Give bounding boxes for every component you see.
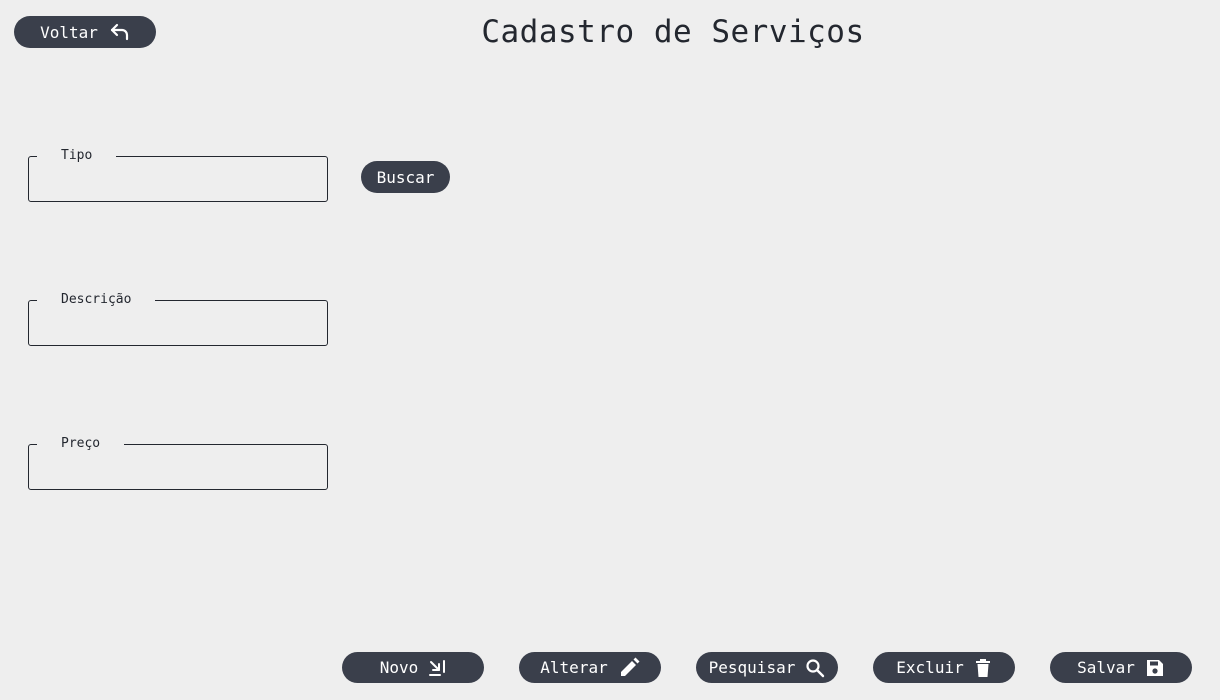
novo-button[interactable]: Novo [342,652,484,683]
descricao-label: Descrição [37,292,156,308]
tipo-label: Tipo [37,148,117,164]
excluir-button[interactable]: Excluir [873,652,1015,683]
buscar-button[interactable]: Buscar [361,161,450,193]
salvar-button-label: Salvar [1077,658,1135,677]
excluir-button-label: Excluir [896,658,964,677]
tipo-field[interactable]: Tipo [28,148,328,202]
undo-arrow-icon [110,23,130,41]
back-button[interactable]: Voltar [14,16,156,48]
alterar-button[interactable]: Alterar [519,652,661,683]
back-button-label: Voltar [40,22,98,42]
page-title: Cadastro de Serviços [481,14,865,50]
new-icon [428,659,446,677]
preco-field[interactable]: Preço [28,436,328,490]
preco-label: Preço [37,436,125,452]
tipo-input[interactable] [39,167,317,195]
save-icon [1145,658,1165,678]
buscar-button-label: Buscar [376,167,435,187]
descricao-field[interactable]: Descrição [28,292,328,346]
pesquisar-button-label: Pesquisar [708,658,796,677]
search-icon [805,658,825,678]
descricao-input[interactable] [39,311,317,339]
trash-icon [974,658,992,678]
preco-input[interactable] [39,455,317,483]
pesquisar-button[interactable]: Pesquisar [696,652,838,683]
novo-button-label: Novo [379,658,419,677]
salvar-button[interactable]: Salvar [1050,652,1192,683]
pencil-icon [618,657,640,679]
alterar-button-label: Alterar [540,658,608,677]
